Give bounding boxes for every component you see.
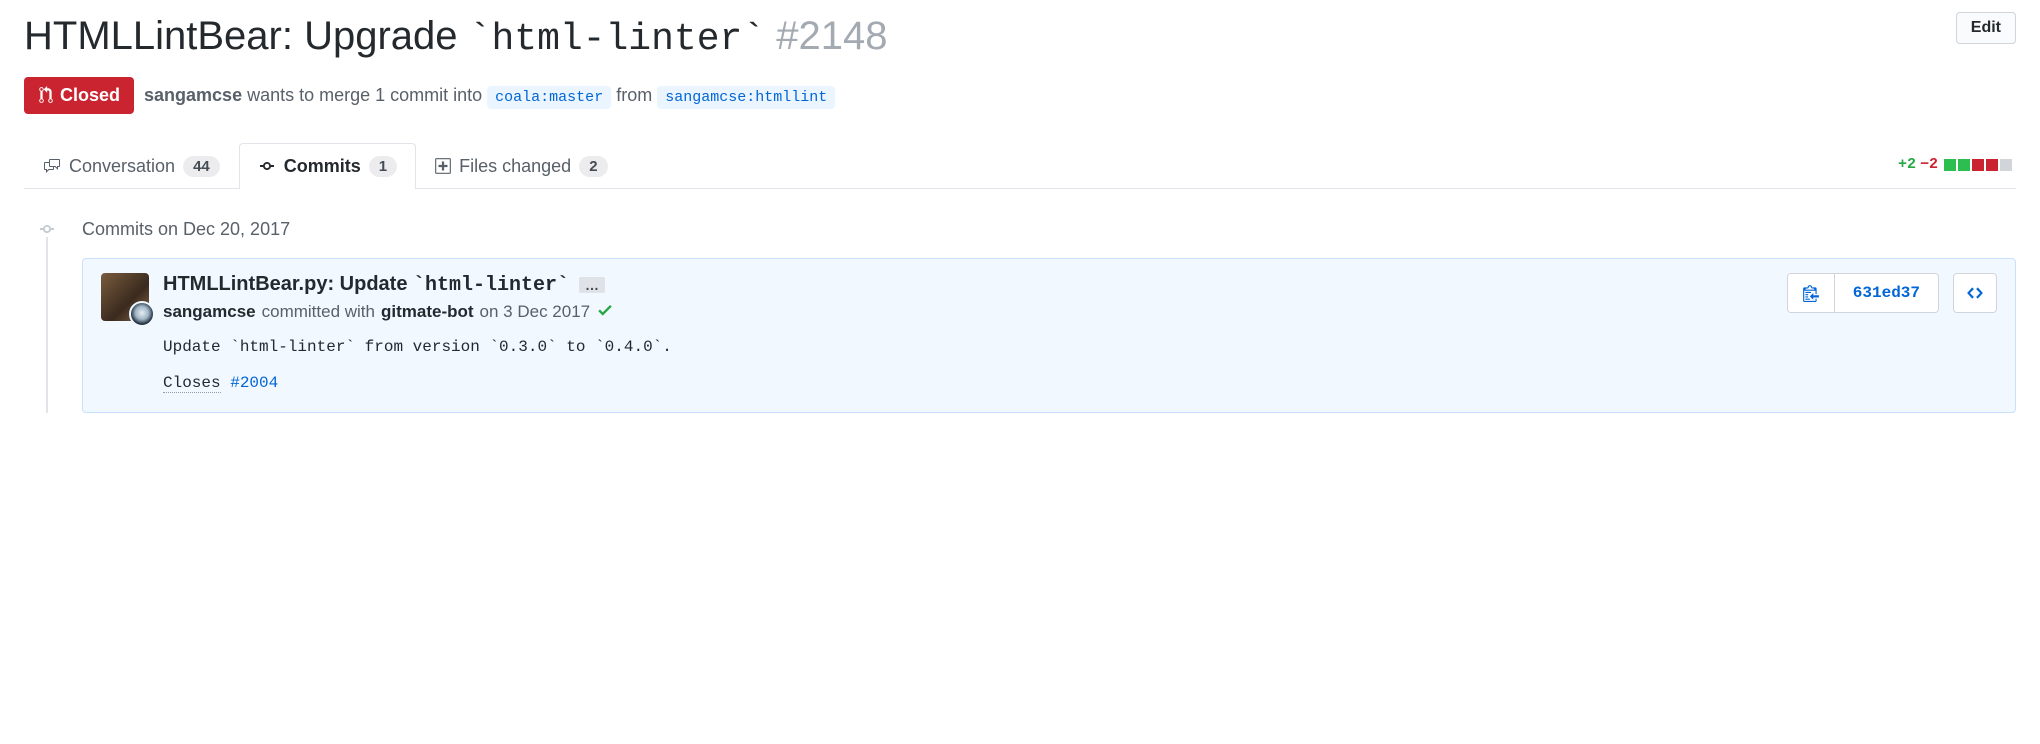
commit-title-text: HTMLLintBear.py: Update xyxy=(163,273,413,295)
tab-commits-label: Commits xyxy=(284,156,361,177)
git-commit-icon xyxy=(258,158,276,174)
avatar[interactable] xyxy=(101,273,149,321)
commit-author-link[interactable]: sangamcse xyxy=(163,302,256,322)
diffblock-neutral xyxy=(2000,159,2012,171)
closes-issue-link[interactable]: #2004 xyxy=(230,374,278,392)
commit-timeline: Commits on Dec 20, 2017 HTMLLintBear.py:… xyxy=(24,219,2016,413)
head-branch-badge[interactable]: sangamcse:htmllint xyxy=(657,86,835,109)
commit-meta-mid: committed with xyxy=(262,302,375,322)
tab-conversation-count: 44 xyxy=(183,156,220,177)
state-badge: Closed xyxy=(24,77,134,114)
browse-repo-button[interactable] xyxy=(1953,273,1997,313)
diffblock-add xyxy=(1944,159,1956,171)
avatar-committer xyxy=(129,301,155,327)
tab-conversation[interactable]: Conversation 44 xyxy=(24,143,239,189)
closes-keyword: Closes xyxy=(163,374,221,393)
commit-meta: sangamcse committed with gitmate-bot on … xyxy=(163,301,1773,324)
file-diff-icon xyxy=(435,157,451,175)
check-icon[interactable] xyxy=(596,301,614,324)
git-pull-request-icon xyxy=(38,86,54,104)
tab-files-label: Files changed xyxy=(459,156,571,177)
tab-files[interactable]: Files changed 2 xyxy=(416,143,626,189)
diffblock-add xyxy=(1958,159,1970,171)
commit-desc-line: Update `html-linter` from version `0.3.0… xyxy=(163,338,672,356)
pr-title-text: HTMLLintBear: Upgrade xyxy=(24,14,469,58)
tab-files-count: 2 xyxy=(579,156,607,177)
pr-author-link[interactable]: sangamcse xyxy=(144,85,242,105)
base-branch-badge[interactable]: coala:master xyxy=(487,86,611,109)
merge-text-1: wants to merge 1 commit into xyxy=(242,85,487,105)
sha-button-group: 631ed37 xyxy=(1787,273,1939,313)
diffstat-additions: +2 xyxy=(1898,156,1916,173)
tab-conversation-label: Conversation xyxy=(69,156,175,177)
commit-sha-link[interactable]: 631ed37 xyxy=(1834,274,1938,312)
commit-committer-link[interactable]: gitmate-bot xyxy=(381,302,474,322)
pr-title: HTMLLintBear: Upgrade `html-linter` #214… xyxy=(24,12,887,63)
diffblock-del xyxy=(1972,159,1984,171)
commit-meta-date: on 3 Dec 2017 xyxy=(480,302,591,322)
expand-commit-message-button[interactable]: … xyxy=(579,277,605,293)
pr-title-code: `html-linter` xyxy=(469,18,765,61)
code-icon xyxy=(1966,284,1984,302)
commit-card: HTMLLintBear.py: Update `html-linter` … … xyxy=(82,258,2016,413)
commit-title-code: `html-linter` xyxy=(413,274,569,297)
pr-number: #2148 xyxy=(776,14,887,58)
tabnav: Conversation 44 Commits 1 Files changed … xyxy=(24,142,2016,189)
copy-sha-button[interactable] xyxy=(1788,274,1834,312)
merge-description: sangamcse wants to merge 1 commit into c… xyxy=(144,85,835,106)
commit-title[interactable]: HTMLLintBear.py: Update `html-linter` xyxy=(163,273,569,297)
comment-discussion-icon xyxy=(43,158,61,174)
tab-commits-count: 1 xyxy=(369,156,397,177)
commit-group-title: Commits on Dec 20, 2017 xyxy=(82,219,2016,240)
commit-description: Update `html-linter` from version `0.3.0… xyxy=(163,338,1773,392)
merge-text-2: from xyxy=(611,85,657,105)
diffblock-del xyxy=(1986,159,1998,171)
diffstat-deletions: −2 xyxy=(1920,156,1938,173)
edit-button[interactable]: Edit xyxy=(1956,12,2016,44)
state-label: Closed xyxy=(60,85,120,106)
timeline-marker-icon xyxy=(39,221,55,237)
pr-meta: Closed sangamcse wants to merge 1 commit… xyxy=(24,77,2016,114)
diffstat[interactable]: +2 −2 xyxy=(1898,156,2016,173)
tab-commits[interactable]: Commits 1 xyxy=(239,143,416,189)
clipboard-icon xyxy=(1802,284,1820,302)
